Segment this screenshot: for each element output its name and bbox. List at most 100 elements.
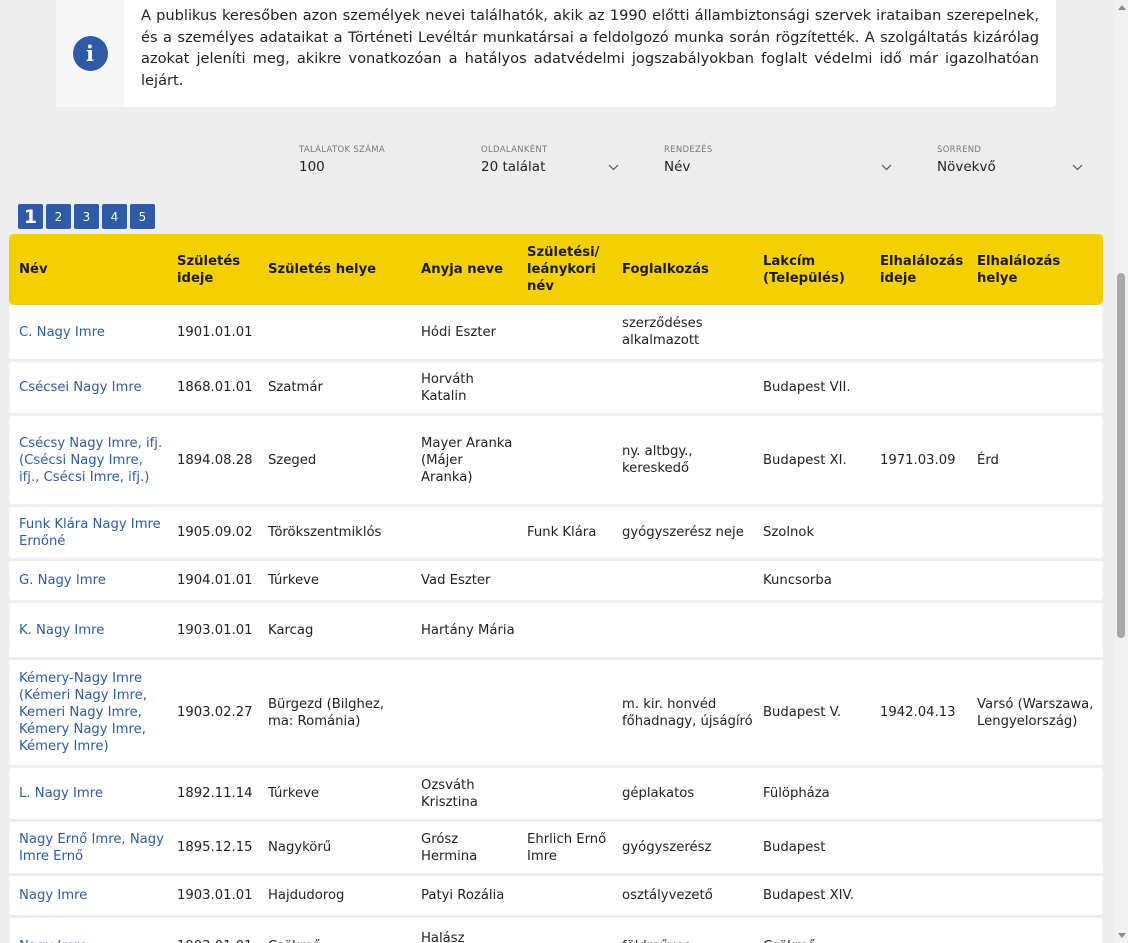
cell-birth-place: Túrkeve: [268, 573, 320, 588]
cell-occupation: gyógyszerész neje: [622, 525, 744, 540]
order-label: SORREND: [937, 145, 982, 155]
order-select[interactable]: SORREND Növekvő: [937, 145, 1084, 175]
cell-address: Kuncsorba: [763, 573, 832, 588]
cell-birth-place: Karcag: [268, 622, 314, 638]
per-page-select[interactable]: OLDALANKÉNT 20 találat: [481, 145, 620, 175]
cell-birth-date: 1901.01.01: [177, 324, 253, 340]
info-icon-container: i: [56, 0, 124, 107]
cell-address: Budapest: [763, 840, 826, 855]
header-maiden-name[interactable]: Születési/ leánykori név: [517, 244, 612, 295]
cell-address: Budapest XIV.: [763, 888, 855, 903]
cell-occupation: ny. altbgy., kereskedő: [622, 444, 693, 476]
order-value: Növekvő: [937, 159, 996, 175]
header-death-date[interactable]: Elhalálozás ideje: [870, 253, 967, 287]
page-button-5[interactable]: 5: [130, 204, 155, 229]
cell-mother-name: Patyi Rozália: [421, 888, 505, 903]
cell-address: Szolnok: [763, 525, 815, 540]
table-header: Név Születés ideje Születés helye Anyja …: [9, 234, 1103, 305]
table-row[interactable]: G. Nagy Imre 1904.01.01 Túrkeve Vad Eszter K…: [9, 561, 1103, 600]
cell-maiden-name: Funk Klára: [527, 525, 597, 540]
cell-name[interactable]: Csécsei Nagy Imre: [9, 379, 167, 396]
cell-death-date: 1971.03.09: [880, 452, 956, 468]
cell-occupation: szerződéses alkalmazott: [622, 316, 703, 348]
cell-death-place: Varsó (Warszawa, Lengyelország): [977, 696, 1094, 729]
cell-name[interactable]: L. Nagy Imre: [9, 785, 167, 802]
page-button-4[interactable]: 4: [102, 204, 127, 229]
cell-occupation: géplakatos: [622, 786, 695, 801]
cell-occupation: m. kir. honvéd főhadnagy, újságíró: [622, 696, 753, 729]
table-row[interactable]: Csécsei Nagy Imre 1868.01.01 Szatmár Horvát…: [9, 362, 1103, 413]
cell-address: Fülöpháza: [763, 786, 830, 801]
sort-label: RENDEZÉS: [664, 145, 713, 155]
cell-name[interactable]: Nagy Imre: [9, 938, 167, 943]
cell-name[interactable]: G. Nagy Imre: [9, 572, 167, 589]
header-occupation[interactable]: Foglalkozás: [612, 261, 753, 278]
header-birth-place[interactable]: Születés helye: [258, 261, 411, 278]
cell-birth-place: Szatmár: [268, 380, 323, 395]
sort-value: Név: [664, 159, 691, 175]
cell-death-date: 1942.04.13: [880, 705, 956, 720]
page-button-3[interactable]: 3: [74, 204, 99, 229]
cell-mother-name: Mayer Aranka (Májer Aranka): [421, 435, 513, 485]
cell-occupation: földműves: [612, 938, 753, 943]
table-row[interactable]: K. Nagy Imre 1903.01.01 Karcag Hartány Mári…: [9, 603, 1103, 657]
cell-birth-place: Nagykörű: [268, 840, 332, 855]
info-box: i A publikus keresőben azon személyek ne…: [56, 0, 1056, 107]
header-birth-date[interactable]: Születés ideje: [167, 253, 258, 287]
cell-maiden-name: Ehrlich Ernő Imre: [527, 831, 607, 864]
page-button-1[interactable]: 1: [18, 204, 43, 229]
scroll-down-arrow-icon[interactable]: [1118, 933, 1126, 938]
cell-birth-date: 1895.12.15: [177, 840, 253, 855]
cell-birth-place: Szeged: [268, 452, 317, 468]
scroll-up-arrow-icon[interactable]: [1118, 5, 1126, 10]
cell-name[interactable]: K. Nagy Imre: [9, 622, 167, 639]
table-row[interactable]: Csécsy Nagy Imre, ifj. (Csécsi Nagy Imre…: [9, 416, 1103, 504]
cell-name[interactable]: Nagy Ernő Imre, Nagy Imre Ernő: [9, 831, 167, 865]
per-page-label: OLDALANKÉNT: [481, 145, 548, 155]
cell-mother-name: Horváth Katalin: [421, 371, 474, 404]
chevron-down-icon: [608, 164, 619, 173]
scrollbar-thumb[interactable]: [1117, 273, 1125, 638]
cell-occupation: osztályvezető: [622, 888, 713, 903]
cell-birth-place: Törökszentmiklós: [268, 525, 382, 540]
cell-mother-name: Hartány Mária: [421, 622, 515, 638]
chevron-down-icon: [1072, 164, 1083, 173]
cell-name[interactable]: Nagy Imre: [9, 887, 167, 904]
page-button-2[interactable]: 2: [46, 204, 71, 229]
table-row[interactable]: C. Nagy Imre 1901.01.01 Hódi Eszter szerződ…: [9, 305, 1103, 359]
sort-select[interactable]: RENDEZÉS Név: [664, 145, 893, 175]
cell-birth-place: Hajdudorog: [268, 888, 345, 903]
cell-birth-date: 1892.11.14: [177, 786, 253, 801]
table-body: C. Nagy Imre 1901.01.01 Hódi Eszter szerződ…: [9, 305, 1103, 943]
pagination: 1 2 3 4 5: [18, 204, 155, 229]
cell-mother-name: Ozsváth Krisztina: [421, 777, 478, 810]
table-row[interactable]: Nagy Imre1903.01.01CsökmőHalász Erzsébet…: [9, 918, 1103, 943]
results-table: Név Születés ideje Születés helye Anyja …: [9, 234, 1103, 943]
cell-name[interactable]: Funk Klára Nagy Imre Ernőné: [9, 516, 167, 550]
cell-name[interactable]: Kémery-Nagy Imre (Kémeri Nagy Imre, Keme…: [9, 670, 167, 755]
cell-birth-date: 1868.01.01: [177, 380, 253, 395]
cell-name[interactable]: C. Nagy Imre: [9, 324, 167, 341]
cell-address: Budapest XI.: [763, 452, 847, 468]
header-death-place[interactable]: Elhalálozás helye: [967, 253, 1103, 287]
cell-address: Budapest VII.: [763, 380, 851, 395]
cell-death-place: Érd: [977, 452, 999, 468]
cell-address: Csökmő: [753, 938, 870, 943]
cell-birth-date: 1904.01.01: [177, 573, 253, 588]
table-row[interactable]: Funk Klára Nagy Imre Ernőné 1905.09.02 Tör…: [9, 507, 1103, 558]
header-mother-name[interactable]: Anyja neve: [411, 261, 517, 278]
cell-birth-place: Túrkeve: [268, 786, 320, 801]
cell-birth-date: 1905.09.02: [177, 525, 253, 540]
table-row[interactable]: Nagy Ernő Imre, Nagy Imre Ernő 1895.12.15…: [9, 822, 1103, 873]
cell-birth-date: 1903.01.01: [167, 938, 258, 943]
cell-birth-date: 1894.08.28: [177, 452, 253, 468]
cell-name[interactable]: Csécsy Nagy Imre, ifj. (Csécsi Nagy Imre…: [9, 435, 167, 486]
table-row[interactable]: Nagy Imre 1903.01.01 Hajdudorog Patyi Rozál…: [9, 876, 1103, 915]
header-address[interactable]: Lakcím (Település): [753, 253, 870, 287]
cell-mother-name: Grósz Hermina: [421, 831, 478, 864]
header-name[interactable]: Név: [9, 261, 167, 278]
table-row[interactable]: Kémery-Nagy Imre (Kémeri Nagy Imre, Keme…: [9, 660, 1103, 765]
results-count: TALÁLATOK SZÁMA 100: [299, 145, 385, 175]
scrollbar[interactable]: [1115, 0, 1128, 943]
table-row[interactable]: L. Nagy Imre 1892.11.14 Túrkeve Ozsváth Kri…: [9, 768, 1103, 819]
